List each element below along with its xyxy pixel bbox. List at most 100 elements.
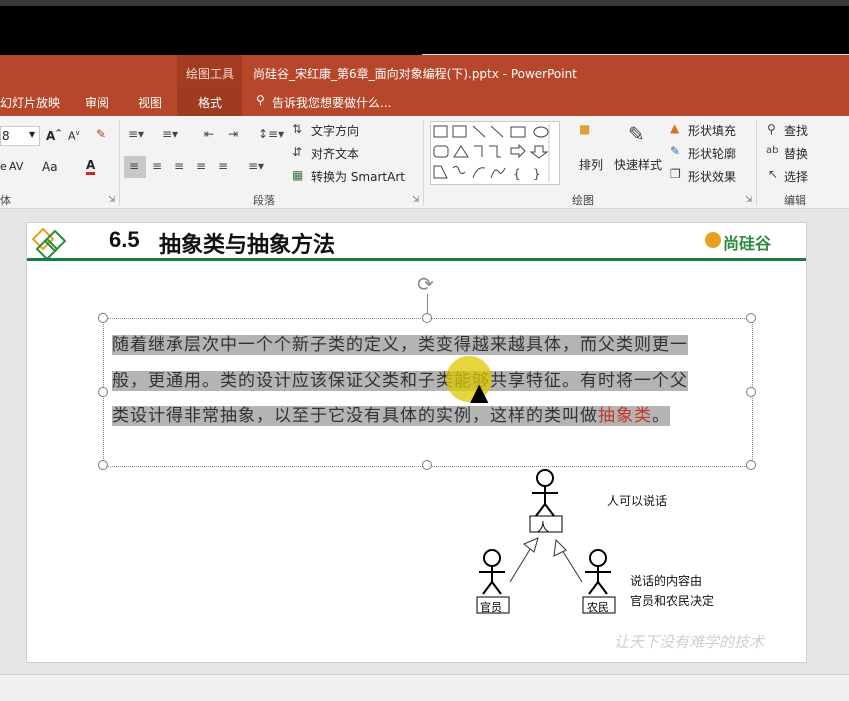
body-line-2: 般，更通用。类的设计应该保证父类和子类能够共享特征。有时将一个父 xyxy=(112,366,732,391)
convert-smartart-button[interactable]: 转换为 SmartArt xyxy=(311,168,405,185)
columns-icon[interactable]: ≡▾ xyxy=(248,159,264,173)
font-color-button[interactable]: A xyxy=(86,158,96,175)
top-black-band xyxy=(0,0,849,55)
title-rule xyxy=(27,258,806,261)
arrange-button[interactable]: 排列 xyxy=(579,156,603,173)
shrink-font-button[interactable]: Av xyxy=(68,129,80,143)
diagram-note-1: 人可以说话 xyxy=(607,494,668,508)
decrease-indent-icon[interactable]: ⇤ xyxy=(204,127,214,141)
text-direction-icon: ⇅ xyxy=(292,122,303,136)
window-title: 尚硅谷_宋红康_第6章_面向对象编程(下).pptx - PowerPoint xyxy=(253,67,577,81)
context-group-label: 绘图工具 xyxy=(186,67,235,81)
tab-view[interactable]: 视图 xyxy=(138,94,162,111)
select-cursor-icon: ↖ xyxy=(768,167,779,181)
divider xyxy=(756,120,757,206)
body-text-line-1: 随着继承层次中一个个新子类的定义，类变得越来越具体，而父类则更一 xyxy=(112,335,688,355)
title-bar: 绘图工具 尚硅谷_宋红康_第6章_面向对象编程(下).pptx - PowerP… xyxy=(0,55,849,116)
tab-slideshow[interactable]: 幻灯片放映 xyxy=(0,94,60,111)
inheritance-diagram xyxy=(476,469,616,614)
section-number: 6.5 xyxy=(109,227,140,252)
svg-text:}: } xyxy=(533,167,541,181)
status-bar xyxy=(0,674,849,701)
farmer-label: 农民 xyxy=(587,601,609,614)
shape-effects-button[interactable]: 形状效果 xyxy=(688,168,736,185)
resize-handle[interactable] xyxy=(746,313,756,323)
align-text-icon: ⇵ xyxy=(292,145,303,159)
smartart-icon: ▦ xyxy=(292,168,304,182)
shape-fill-icon: ▲ xyxy=(670,121,680,135)
logo-circle-icon xyxy=(705,232,721,248)
quick-styles-button[interactable]: 快速样式 xyxy=(614,156,662,173)
paragraph-dialog-launcher-icon[interactable]: ⇲ xyxy=(412,195,420,205)
line-spacing-icon[interactable]: ↕≡▾ xyxy=(258,127,284,141)
resize-handle[interactable] xyxy=(98,313,108,323)
distribute-icon[interactable]: ≡ xyxy=(218,159,228,173)
resize-handle[interactable] xyxy=(746,387,756,397)
tell-me-box[interactable]: 告诉我您想要做什么... xyxy=(272,94,391,111)
font-size-label-e: e xyxy=(0,160,7,173)
select-button[interactable]: 选择 xyxy=(784,168,808,185)
page-title: 抽象类与抽象方法 xyxy=(159,233,336,258)
shapes-gallery-icons: { } xyxy=(433,124,550,182)
divider xyxy=(119,120,120,206)
person-label: 人 xyxy=(537,520,550,534)
shape-fill-button[interactable]: 形状填充 xyxy=(688,122,736,139)
divider xyxy=(423,120,424,206)
numbering-icon[interactable]: ≡▾ xyxy=(162,127,178,141)
increase-indent-icon[interactable]: ⇥ xyxy=(228,127,238,141)
resize-handle[interactable] xyxy=(422,313,432,323)
tab-review[interactable]: 审阅 xyxy=(85,94,109,111)
change-case-button[interactable]: Aa xyxy=(42,160,58,174)
quick-styles-icon: ✎ xyxy=(628,122,645,146)
tab-format[interactable]: 格式 xyxy=(198,94,222,111)
body-line-3: 类设计得非常抽象，以至于它没有具体的实例，这样的类叫做抽象类。 xyxy=(112,401,732,426)
body-line-1: 随着继承层次中一个个新子类的定义，类变得越来越具体，而父类则更一 xyxy=(112,330,732,355)
resize-handle[interactable] xyxy=(422,460,432,470)
font-dialog-launcher-icon[interactable]: ⇲ xyxy=(108,195,116,205)
align-text-button[interactable]: 对齐文本 xyxy=(311,145,359,162)
align-right-icon[interactable]: ≡ xyxy=(174,159,184,173)
align-left-icon: ≡ xyxy=(129,159,140,173)
resize-handle[interactable] xyxy=(98,460,108,470)
resize-handle[interactable] xyxy=(746,460,756,470)
shape-outline-button[interactable]: 形状轮廓 xyxy=(688,145,736,162)
grow-font-button[interactable]: A^ xyxy=(46,128,62,143)
official-label: 官员 xyxy=(480,601,502,614)
arrange-icon: ■ xyxy=(579,122,591,136)
top-strip xyxy=(0,0,849,6)
bullets-icon[interactable]: ≡▾ xyxy=(128,127,144,141)
abstract-class-term: 抽象类 xyxy=(598,406,652,426)
chevron-down-icon: ▼ xyxy=(29,130,36,139)
char-spacing-button[interactable]: AV xyxy=(9,160,23,173)
watermark: 让天下没有难学的技术 xyxy=(614,633,765,651)
resize-handle[interactable] xyxy=(98,387,108,397)
lightbulb-icon: ⚲ xyxy=(256,93,265,107)
mouse-cursor-icon: ▲ xyxy=(470,378,489,406)
replace-button[interactable]: 替换 xyxy=(784,145,808,162)
clear-format-icon[interactable]: ✎ xyxy=(96,127,106,141)
shape-effects-icon: ❐ xyxy=(670,167,681,181)
drawing-dialog-launcher-icon[interactable]: ⇲ xyxy=(745,195,753,205)
svg-text:{: { xyxy=(513,167,521,181)
brand-logo: 尚硅谷 xyxy=(723,234,772,253)
align-left-button[interactable]: ≡ xyxy=(124,156,146,178)
paragraph-group-label: 段落 xyxy=(253,194,275,207)
find-icon: ⚲ xyxy=(767,122,776,136)
diamond-logo-icon xyxy=(31,227,67,259)
shapes-gallery[interactable]: { } xyxy=(430,121,560,185)
font-group-label: 体 xyxy=(0,194,11,207)
find-button[interactable]: 查找 xyxy=(784,122,808,139)
rotate-handle-icon[interactable]: ⟳ xyxy=(417,272,434,296)
align-center-icon[interactable]: ≡ xyxy=(152,159,162,173)
editing-group-label: 编辑 xyxy=(784,194,806,207)
diagram-note-2a: 说话的内容由 xyxy=(630,574,703,588)
justify-icon[interactable]: ≡ xyxy=(196,159,206,173)
body-text-line-2: 般，更通用。类的设计应该保证父类和子类能够共享特征。有时将一个父 xyxy=(112,371,688,391)
replace-icon: ab xyxy=(766,145,779,156)
text-direction-button[interactable]: 文字方向 xyxy=(311,122,359,139)
font-size-select[interactable]: 8 ▼ xyxy=(0,126,40,146)
body-text-period: 。 xyxy=(652,406,670,426)
diagram-note-2b: 官员和农民决定 xyxy=(630,594,715,608)
shape-outline-icon: ✎ xyxy=(670,144,681,158)
body-text-line-3: 类设计得非常抽象，以至于它没有具体的实例，这样的类叫做 xyxy=(112,406,598,426)
